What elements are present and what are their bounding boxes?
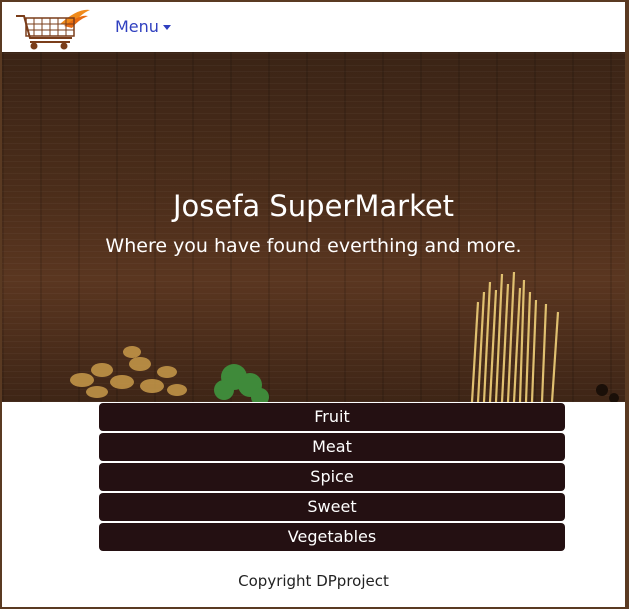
- hero-subtitle: Where you have found everthing and more.: [105, 235, 522, 257]
- hero-banner: Josefa SuperMarket Where you have found …: [2, 52, 625, 402]
- menu-dropdown-toggle[interactable]: Menu: [115, 17, 171, 36]
- hero-title: Josefa SuperMarket: [172, 189, 455, 223]
- category-spice-button[interactable]: Spice: [99, 463, 565, 491]
- category-list: Fruit Meat Spice Sweet Vegetables: [99, 403, 565, 553]
- category-sweet-button[interactable]: Sweet: [99, 493, 565, 521]
- footer-copyright: Copyright DPproject: [238, 572, 389, 590]
- category-vegetables-button[interactable]: Vegetables: [99, 523, 565, 551]
- caret-down-icon: [162, 25, 171, 30]
- shopping-cart-icon[interactable]: [14, 4, 92, 52]
- menu-label: Menu: [115, 17, 159, 36]
- navbar: Menu: [2, 2, 625, 52]
- category-fruit-button[interactable]: Fruit: [99, 403, 565, 431]
- page-frame: Menu Josefa SuperMarket Where you have f…: [2, 2, 625, 607]
- hero-background-image: [70, 271, 619, 402]
- category-meat-button[interactable]: Meat: [99, 433, 565, 461]
